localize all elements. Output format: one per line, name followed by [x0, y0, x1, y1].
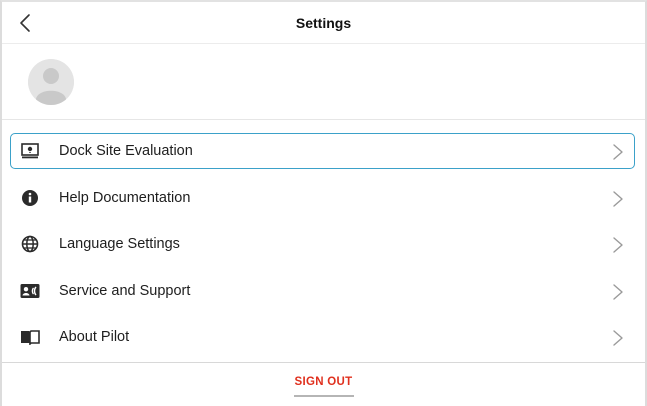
globe-icon [19, 233, 41, 255]
dock-evaluation-icon [19, 140, 41, 162]
contact-card-icon [19, 280, 41, 302]
chevron-left-icon [20, 14, 30, 32]
header-bar: Settings [2, 2, 645, 44]
settings-menu: Dock Site Evaluation Help Documentation [10, 133, 635, 366]
profile-section [2, 45, 645, 120]
book-icon [19, 326, 41, 348]
menu-item-label: About Pilot [59, 329, 130, 345]
menu-item-label: Dock Site Evaluation [59, 143, 193, 159]
sign-out-button[interactable]: SIGN OUT [293, 376, 354, 397]
chevron-right-icon [613, 330, 623, 346]
menu-item-about-pilot[interactable]: About Pilot [10, 319, 635, 355]
chevron-right-icon [613, 144, 623, 160]
menu-item-label: Language Settings [59, 236, 180, 252]
chevron-right-icon [613, 283, 623, 300]
menu-item-label: Help Documentation [59, 189, 191, 206]
menu-item-language-settings[interactable]: Language Settings [10, 226, 635, 262]
page-title: Settings [295, 15, 352, 31]
menu-item-help-documentation[interactable]: Help Documentation [10, 180, 635, 216]
footer: SIGN OUT [0, 362, 647, 406]
menu-item-label: Service and Support [59, 282, 191, 299]
chevron-right-icon [613, 190, 623, 207]
menu-item-dock-site-evaluation[interactable]: Dock Site Evaluation [10, 133, 635, 169]
person-avatar-icon [28, 59, 74, 105]
back-button[interactable] [10, 8, 40, 38]
avatar[interactable] [28, 59, 74, 105]
chevron-right-icon [613, 237, 623, 253]
menu-item-service-and-support[interactable]: Service and Support [10, 273, 635, 309]
info-icon [19, 187, 41, 209]
